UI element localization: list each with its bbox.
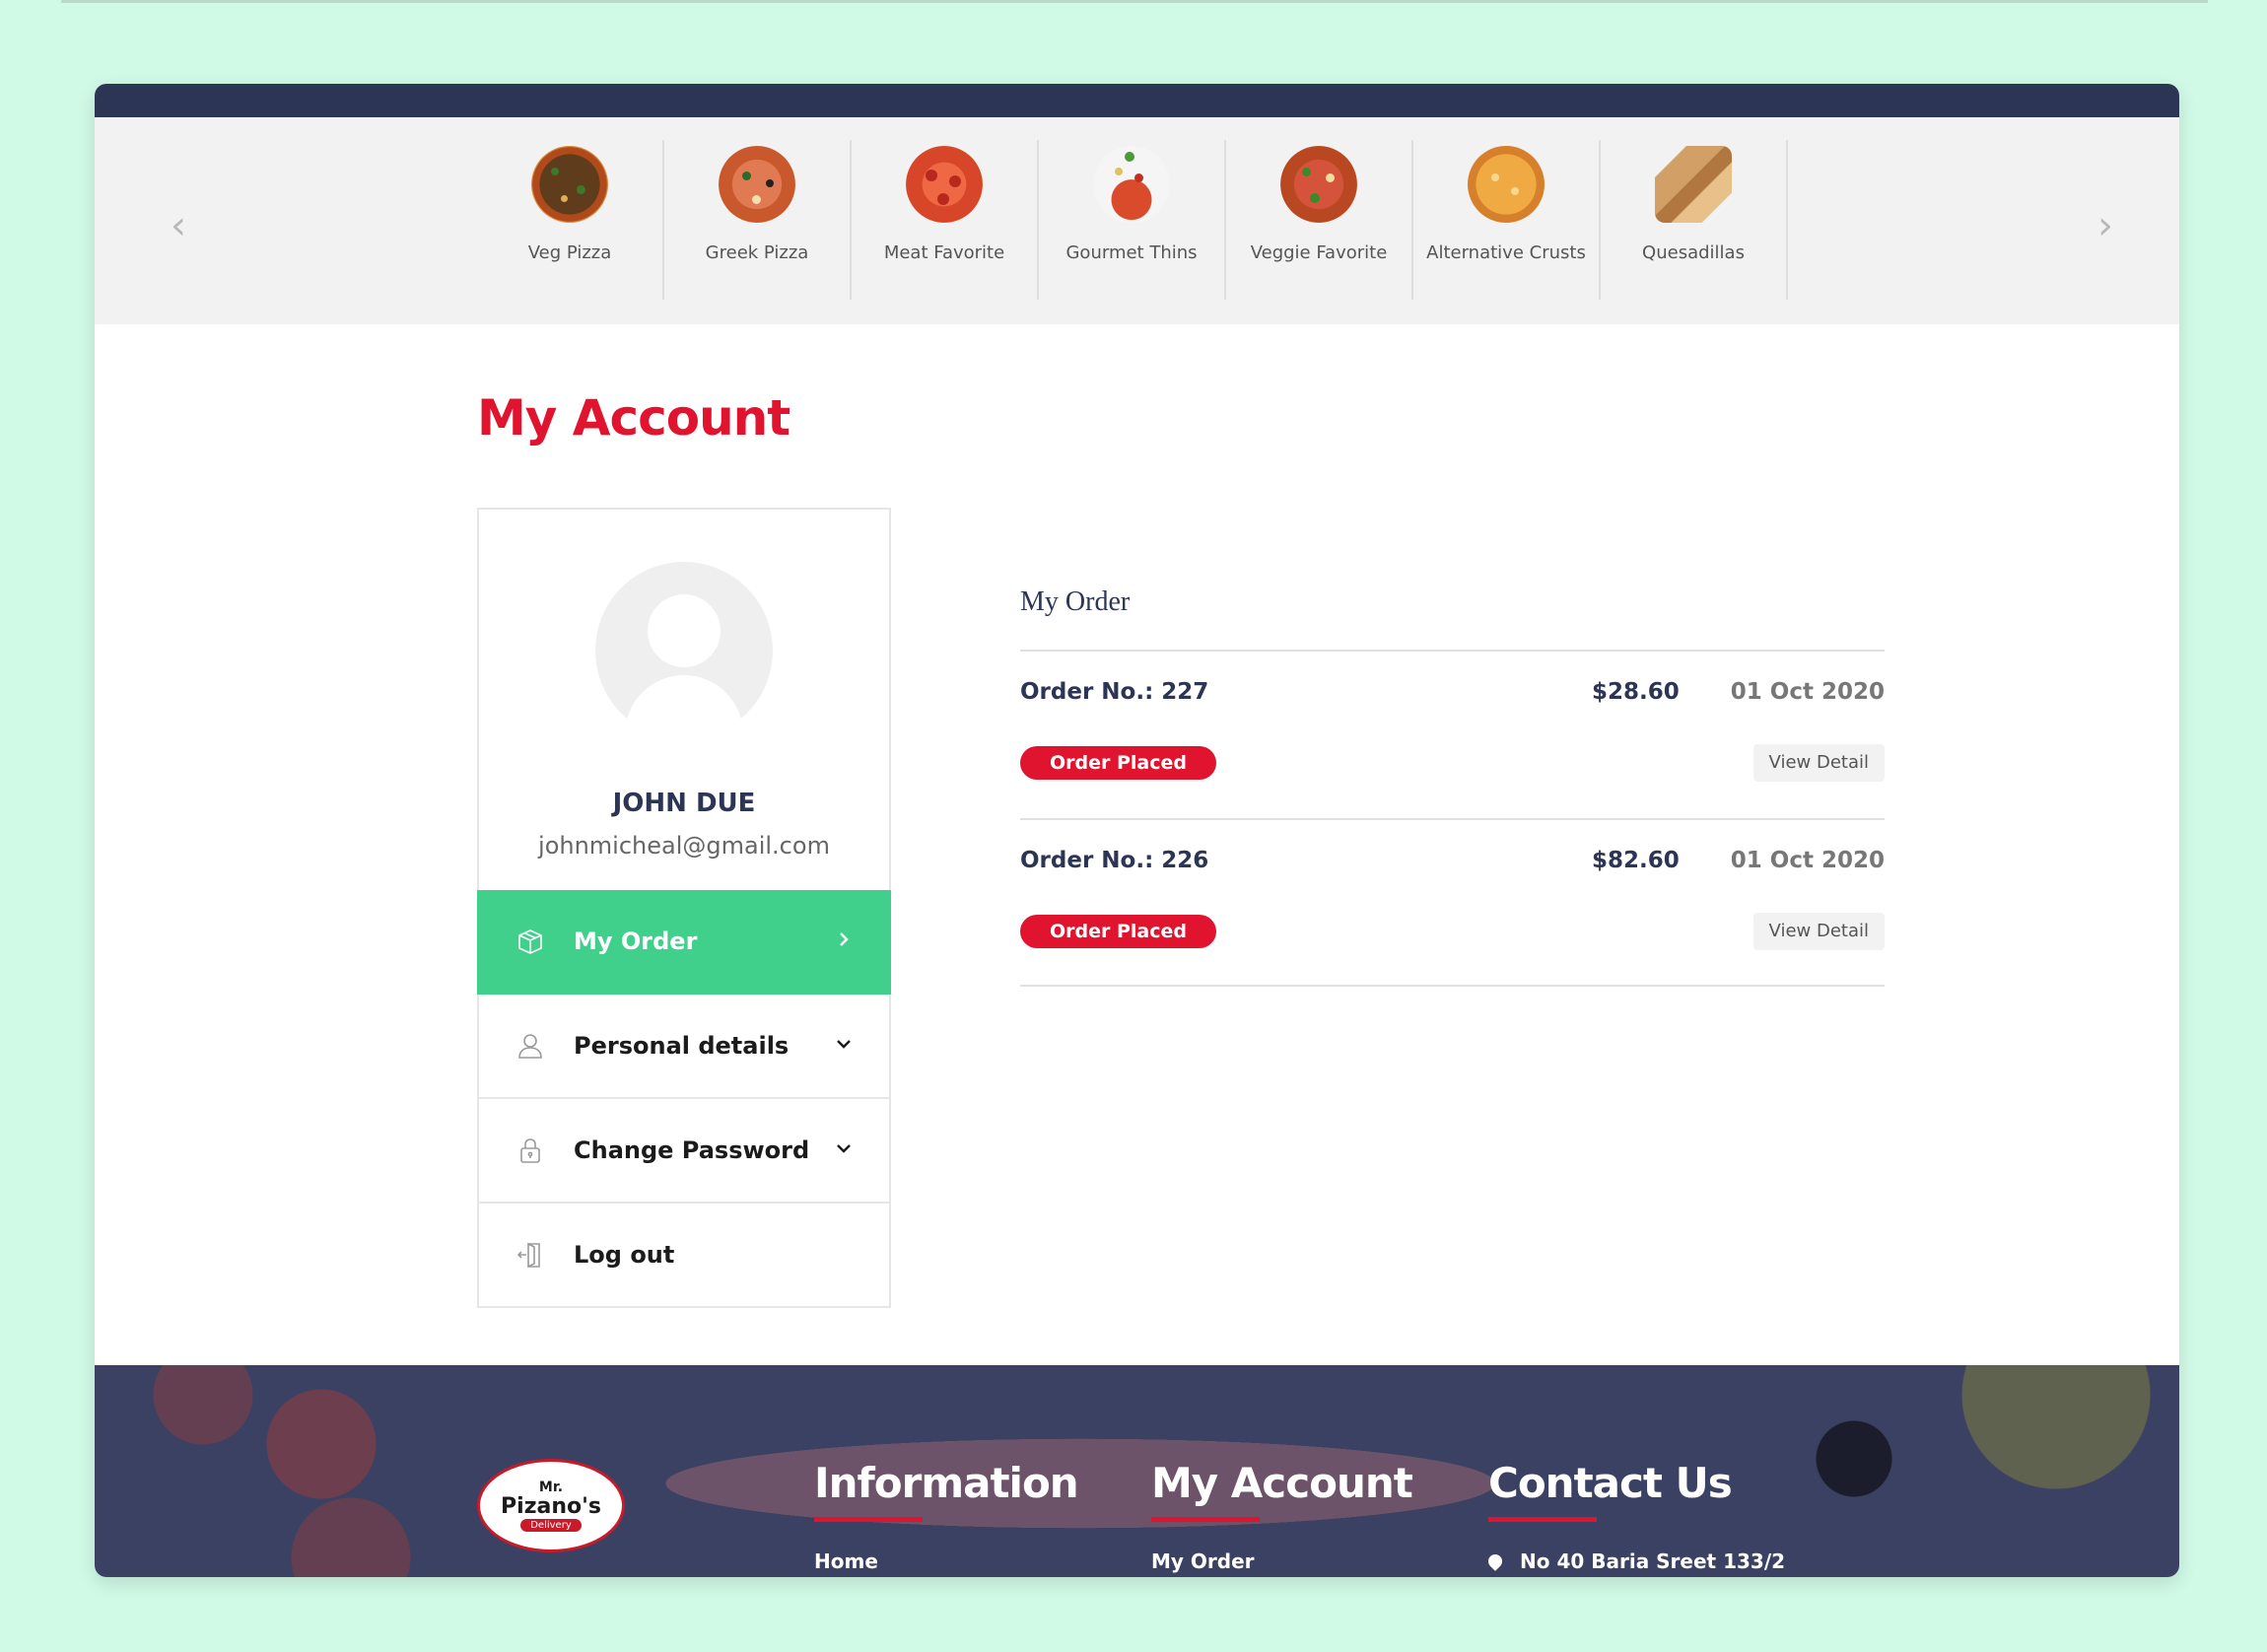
footer-title-underline <box>1151 1517 1260 1522</box>
status-badge: Order Placed <box>1020 746 1217 780</box>
quesadillas-image <box>1655 146 1732 223</box>
gourmet-thins-image <box>1093 146 1170 223</box>
greek-pizza-image <box>719 146 795 223</box>
category-veggie-favorite[interactable]: Veggie Favorite <box>1226 140 1413 300</box>
order-row: Order No.: 226 $82.60 01 Oct 2020 Order … <box>1020 818 1885 987</box>
footer-column-title: Contact Us <box>1488 1459 1733 1507</box>
top-bar <box>95 84 2179 117</box>
footer-address: No 40 Baria Sreet 133/2 <box>1485 1549 1786 1573</box>
logo-tag: Delivery <box>520 1518 582 1532</box>
category-quesadillas[interactable]: Quesadillas <box>1601 140 1788 300</box>
veggie-favorite-image <box>1280 146 1357 223</box>
user-icon <box>513 1028 548 1064</box>
chevron-down-icon <box>832 1136 856 1160</box>
category-label: Alternative Crusts <box>1426 242 1586 263</box>
menu-label: Log out <box>574 1241 675 1269</box>
menu-label: Change Password <box>574 1136 810 1164</box>
order-price: $82.60 <box>1592 848 1680 873</box>
avatar <box>595 562 773 739</box>
profile-card: JOHN DUE johnmicheal@gmail.com <box>477 508 891 890</box>
alternative-crusts-image <box>1468 146 1545 223</box>
category-meat-favorite[interactable]: Meat Favorite <box>852 140 1039 300</box>
avatar-shoulders <box>625 675 743 739</box>
category-label: Veggie Favorite <box>1250 242 1388 263</box>
menu-label: My Order <box>574 928 698 955</box>
order-date: 01 Oct 2020 <box>1730 848 1885 873</box>
chevron-right-icon <box>832 928 856 951</box>
box-icon <box>513 924 548 959</box>
lock-icon <box>513 1133 548 1168</box>
orders-panel: My Order Order No.: 227 $28.60 01 Oct 20… <box>1020 586 1885 987</box>
chevron-down-icon <box>832 1032 856 1056</box>
category-label: Meat Favorite <box>883 242 1005 263</box>
user-name: JOHN DUE <box>612 789 756 818</box>
avatar-head <box>648 594 721 667</box>
order-row: Order No.: 227 $28.60 01 Oct 2020 Order … <box>1020 650 1885 818</box>
meat-favorite-image <box>906 146 983 223</box>
category-gourmet-thins[interactable]: Gourmet Thins <box>1039 140 1226 300</box>
carousel-next-icon[interactable]: › <box>2091 206 2120 245</box>
page-title: My Account <box>477 389 790 447</box>
logout-icon <box>513 1237 548 1273</box>
category-label: Quesadillas <box>1642 242 1745 263</box>
footer-link[interactable]: Home <box>814 1549 1078 1573</box>
order-number: Order No.: 226 <box>1020 848 1209 873</box>
category-veg-pizza[interactable]: Veg Pizza <box>477 140 664 300</box>
footer-column-title: My Account <box>1151 1459 1413 1507</box>
orders-title: My Order <box>1020 586 1131 617</box>
order-number: Order No.: 227 <box>1020 679 1209 705</box>
account-sidebar: JOHN DUE johnmicheal@gmail.com My Order <box>477 508 891 1308</box>
view-detail-button[interactable]: View Detail <box>1752 744 1885 782</box>
footer-link-label: My Order <box>1151 1549 1255 1573</box>
footer-column-information: Information Home <box>814 1459 1079 1573</box>
menu-change-password[interactable]: Change Password <box>477 1099 891 1204</box>
category-list: Veg Pizza Greek Pizza Meat Favorite Gour… <box>477 140 1788 300</box>
carousel-prev-icon[interactable]: ‹ <box>164 206 193 245</box>
user-email: johnmicheal@gmail.com <box>538 832 830 860</box>
menu-label: Personal details <box>574 1032 790 1060</box>
footer: Mr. Pizano's Delivery Information Home M… <box>95 1365 2179 1577</box>
menu-personal-details[interactable]: Personal details <box>477 995 891 1099</box>
menu-log-out[interactable]: Log out <box>477 1204 891 1308</box>
menu-my-order[interactable]: My Order <box>477 890 891 995</box>
category-greek-pizza[interactable]: Greek Pizza <box>664 140 852 300</box>
footer-column-contact-us: Contact Us No 40 Baria Sreet 133/2 <box>1485 1459 1786 1573</box>
category-bar: ‹ Veg Pizza Greek Pizza Meat Favorite Go… <box>95 117 2179 324</box>
footer-column-my-account: My Account My Order <box>1151 1459 1413 1573</box>
category-label: Gourmet Thins <box>1065 242 1198 263</box>
logo-name: Pizano's <box>501 1493 601 1519</box>
footer-link[interactable]: My Order <box>1151 1549 1412 1573</box>
top-divider <box>61 0 2208 3</box>
category-label: Greek Pizza <box>705 242 809 263</box>
view-detail-button[interactable]: View Detail <box>1752 913 1885 950</box>
logo-mr: Mr. <box>538 1479 564 1495</box>
veg-pizza-image <box>531 146 608 223</box>
footer-title-underline <box>814 1517 923 1522</box>
footer-title-underline <box>1488 1517 1597 1522</box>
order-date: 01 Oct 2020 <box>1730 679 1885 705</box>
footer-column-title: Information <box>814 1459 1079 1507</box>
footer-address-label: No 40 Baria Sreet 133/2 <box>1520 1549 1786 1573</box>
order-price: $28.60 <box>1592 679 1680 705</box>
brand-logo[interactable]: Mr. Pizano's Delivery <box>477 1459 625 1552</box>
location-pin-icon <box>1485 1551 1505 1571</box>
browser-frame: ‹ Veg Pizza Greek Pizza Meat Favorite Go… <box>95 84 2179 1577</box>
footer-link-label: Home <box>814 1549 878 1573</box>
category-alternative-crusts[interactable]: Alternative Crusts <box>1413 140 1601 300</box>
status-badge: Order Placed <box>1020 915 1217 948</box>
category-label: Veg Pizza <box>527 242 612 263</box>
